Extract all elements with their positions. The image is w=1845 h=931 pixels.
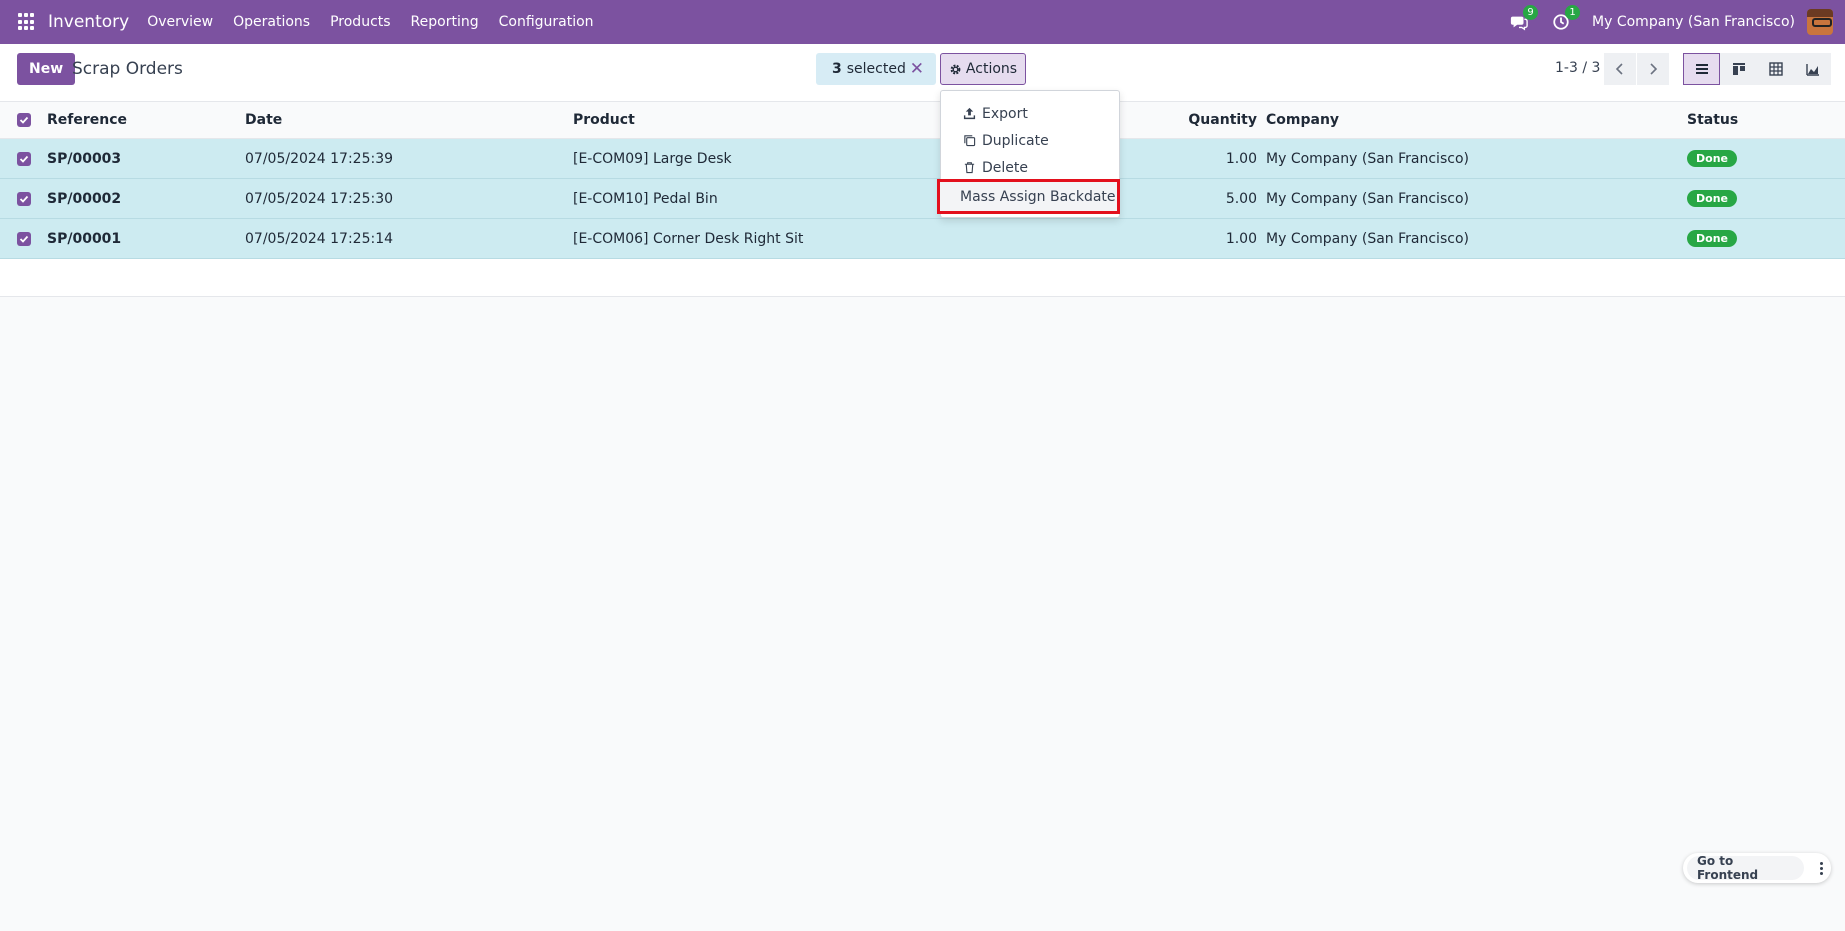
checkmark-icon	[19, 195, 29, 203]
apps-grid-icon[interactable]	[18, 13, 36, 31]
empty-row	[0, 259, 1845, 297]
menu-operations[interactable]: Operations	[223, 14, 320, 30]
activities-badge: 1	[1565, 5, 1581, 20]
close-icon[interactable]: ✕	[910, 59, 924, 79]
header-quantity[interactable]: Quantity	[1100, 102, 1257, 138]
cell-date: 07/05/2024 17:25:39	[245, 150, 394, 167]
header-company[interactable]: Company	[1266, 102, 1339, 138]
cell-company: My Company (San Francisco)	[1266, 230, 1469, 247]
header-reference[interactable]: Reference	[47, 102, 127, 138]
pivot-view-icon	[1768, 62, 1783, 76]
menu-item-duplicate[interactable]: Duplicate	[941, 127, 1119, 154]
list-view-icon	[1695, 64, 1708, 74]
selected-count: 3	[832, 61, 842, 77]
clock-icon[interactable]: 1	[1550, 5, 1581, 33]
list-view-button[interactable]	[1683, 53, 1720, 85]
pager-value[interactable]: 1-3 / 3	[1555, 60, 1600, 76]
cell-quantity: 5.00	[1225, 190, 1257, 207]
copy-icon	[964, 135, 976, 147]
cell-quantity: 1.00	[1225, 230, 1257, 247]
graph-view-icon	[1805, 64, 1819, 76]
top-navbar: Inventory Overview Operations Products R…	[0, 0, 1845, 44]
cell-product: [E-COM09] Large Desk	[573, 150, 732, 167]
chat-icon[interactable]: 9	[1508, 5, 1539, 33]
actions-label: Actions	[965, 61, 1018, 77]
menu-overview[interactable]: Overview	[137, 14, 223, 30]
frontend-bar: Go to Frontend	[1683, 853, 1831, 883]
header-date[interactable]: Date	[245, 102, 282, 138]
cell-quantity: 1.00	[1225, 150, 1257, 167]
chevron-right-icon	[1650, 63, 1658, 75]
menu-item-export[interactable]: Export	[941, 100, 1119, 127]
checkmark-icon	[19, 155, 29, 163]
row-checkbox[interactable]	[17, 151, 31, 166]
cell-date: 07/05/2024 17:25:14	[245, 230, 394, 247]
kanban-view-icon	[1732, 63, 1745, 75]
table-row[interactable]: SP/00001 07/05/2024 17:25:14 [E-COM06] C…	[0, 219, 1845, 259]
menu-item-label: Delete	[982, 159, 1028, 176]
company-switcher[interactable]: My Company (San Francisco)	[1592, 14, 1795, 30]
pivot-view-button[interactable]	[1757, 53, 1794, 85]
menu-products[interactable]: Products	[320, 14, 400, 30]
messages-badge: 9	[1523, 5, 1539, 20]
menu-reporting[interactable]: Reporting	[401, 14, 489, 30]
avatar[interactable]	[1807, 9, 1833, 35]
page-title: Scrap Orders	[72, 59, 183, 79]
cell-reference: SP/00002	[47, 190, 122, 207]
table-header: Reference Date Product Quantity Company …	[0, 102, 1845, 139]
menu-item-label: Export	[982, 105, 1028, 122]
chevron-left-icon	[1615, 63, 1623, 75]
control-panel: New Scrap Orders 3 selected ✕ Actions 1-…	[0, 44, 1845, 102]
status-badge: Done	[1687, 190, 1737, 207]
header-product[interactable]: Product	[573, 102, 635, 138]
cell-company: My Company (San Francisco)	[1266, 190, 1469, 207]
menu-item-mass-assign-backdate[interactable]: Mass Assign Backdate	[937, 179, 1120, 214]
navbar-right: 9 1 My Company (San Francisco)	[1508, 0, 1845, 44]
checkmark-icon	[19, 235, 29, 243]
status-badge: Done	[1687, 150, 1737, 167]
status-badge: Done	[1687, 230, 1737, 247]
cell-company: My Company (San Francisco)	[1266, 150, 1469, 167]
table-row[interactable]: SP/00002 07/05/2024 17:25:30 [E-COM10] P…	[0, 179, 1845, 219]
cell-reference: SP/00003	[47, 150, 122, 167]
kanban-view-button[interactable]	[1720, 53, 1757, 85]
trash-icon	[964, 162, 975, 174]
header-status[interactable]: Status	[1687, 102, 1738, 138]
upload-icon	[963, 107, 976, 120]
gear-icon	[950, 64, 961, 74]
menu-item-delete[interactable]: Delete	[941, 154, 1119, 181]
go-to-frontend-button[interactable]: Go to Frontend	[1687, 854, 1804, 882]
app-name[interactable]: Inventory	[48, 12, 129, 32]
actions-button[interactable]: Actions	[940, 53, 1026, 85]
selection-pill: 3 selected ✕	[816, 53, 936, 85]
cell-product: [E-COM10] Pedal Bin	[573, 190, 718, 207]
graph-view-button[interactable]	[1794, 53, 1831, 85]
cell-reference: SP/00001	[47, 230, 122, 247]
checkmark-icon	[19, 116, 29, 124]
cell-product: [E-COM06] Corner Desk Right Sit	[573, 230, 804, 247]
table-row[interactable]: SP/00003 07/05/2024 17:25:39 [E-COM09] L…	[0, 139, 1845, 179]
kebab-icon[interactable]	[1812, 856, 1831, 880]
menu-configuration[interactable]: Configuration	[489, 14, 604, 30]
cell-date: 07/05/2024 17:25:30	[245, 190, 394, 207]
pager-previous-button[interactable]	[1604, 53, 1636, 85]
row-checkbox[interactable]	[17, 191, 31, 206]
select-all-checkbox[interactable]	[17, 113, 31, 127]
row-checkbox[interactable]	[17, 231, 31, 246]
menu-item-label: Duplicate	[982, 132, 1049, 149]
pager-next-button[interactable]	[1637, 53, 1669, 85]
selected-label: selected	[846, 61, 906, 77]
scrap-orders-table: Reference Date Product Quantity Company …	[0, 102, 1845, 297]
new-button[interactable]: New	[17, 53, 76, 85]
